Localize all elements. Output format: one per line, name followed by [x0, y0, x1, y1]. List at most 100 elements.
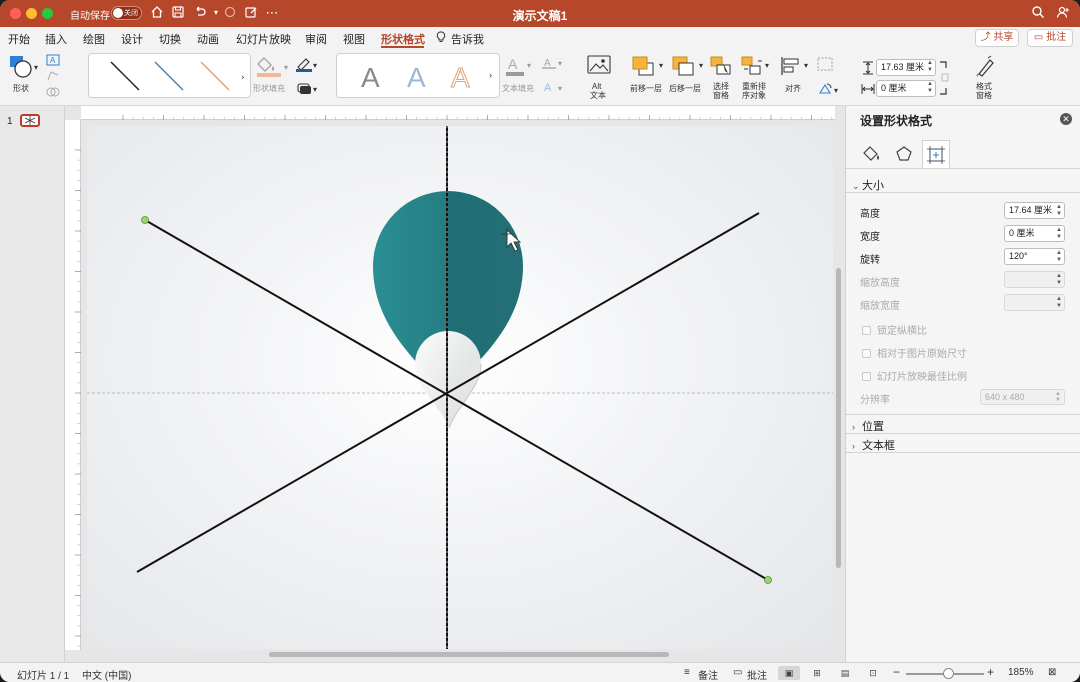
reorder-objects-icon[interactable]	[740, 55, 764, 77]
edit-shape-icon[interactable]	[46, 70, 62, 82]
effects-tab-icon[interactable]	[890, 140, 918, 168]
size-properties-tab-icon[interactable]	[922, 140, 950, 168]
format-pane-icon[interactable]	[973, 55, 997, 79]
text-fill-icon[interactable]: A	[504, 55, 526, 77]
rotate-icon[interactable]	[817, 82, 833, 96]
tab-animations[interactable]: 动画	[197, 31, 219, 47]
zoom-in-icon[interactable]: +	[987, 665, 994, 679]
scale-width-field[interactable]: ▲ ▼	[1004, 294, 1065, 311]
wordart-gray[interactable]: A	[361, 62, 380, 94]
language-indicator[interactable]: 中文 (中国)	[82, 667, 131, 682]
slide-sorter-icon[interactable]: ⊞	[806, 666, 828, 680]
group-icon[interactable]	[817, 57, 833, 71]
best-scale-checkbox[interactable]: 幻灯片放映最佳比例	[862, 368, 967, 383]
merge-shapes-icon[interactable]	[46, 86, 62, 98]
wordart-blue[interactable]: A	[407, 62, 426, 94]
notes-icon[interactable]: ≡	[684, 667, 690, 678]
shape-fill-dropdown-icon[interactable]: ▾	[284, 63, 288, 72]
section-position-header[interactable]: › 位置	[852, 418, 884, 434]
comments-status-icon[interactable]: ▭	[733, 667, 742, 678]
rotation-field[interactable]: 120° ▲ ▼	[1004, 248, 1065, 265]
lock-aspect-bracket-icon[interactable]	[939, 59, 951, 97]
resolution-select[interactable]: 640 x 480 ▲ ▼	[980, 389, 1065, 405]
text-effects-icon[interactable]: A	[541, 80, 557, 94]
style-line-black[interactable]	[110, 61, 140, 91]
ribbon-height-field[interactable]: 17.63 厘米 ▲ ▼	[876, 59, 936, 76]
slide-thumbnail[interactable]	[20, 114, 40, 127]
vertical-ruler[interactable]	[65, 120, 81, 650]
bring-forward-dropdown-icon[interactable]: ▾	[659, 61, 663, 70]
section-size-header[interactable]: ⌄ 大小	[852, 177, 884, 193]
align-dropdown-icon[interactable]: ▾	[804, 61, 808, 70]
style-line-orange[interactable]	[200, 61, 230, 91]
slideshow-view-icon[interactable]: ⊡	[862, 666, 884, 680]
height-stepper[interactable]: ▲ ▼	[1056, 204, 1062, 218]
scale-height-field[interactable]: ▲ ▼	[1004, 271, 1065, 288]
height-field[interactable]: 17.64 厘米 ▲ ▼	[1004, 202, 1065, 219]
text-box-icon[interactable]: A	[46, 54, 62, 66]
tab-design[interactable]: 设计	[121, 31, 143, 47]
share-person-icon[interactable]	[1055, 5, 1071, 21]
ribbon-height-stepper[interactable]: ▲ ▼	[927, 60, 933, 74]
send-backward-dropdown-icon[interactable]: ▾	[699, 61, 703, 70]
zoom-percentage[interactable]: 185%	[1008, 667, 1034, 678]
wordart-outline-orange[interactable]: A	[451, 62, 471, 94]
width-stepper[interactable]: ▲ ▼	[1056, 227, 1062, 241]
text-outline-dropdown-icon[interactable]: ▾	[558, 59, 562, 68]
share-button[interactable]: ⤴ 共享	[975, 29, 1019, 47]
shapes-dropdown-icon[interactable]: ▾	[34, 63, 38, 72]
comments-button[interactable]: ▭ 批注	[1027, 29, 1073, 47]
zoom-slider-knob[interactable]	[943, 668, 955, 679]
slide-canvas[interactable]	[87, 126, 833, 649]
section-textbox-header[interactable]: › 文本框	[852, 437, 895, 453]
text-fill-dropdown-icon[interactable]: ▾	[527, 61, 531, 70]
tab-transitions[interactable]: 切换	[159, 31, 181, 47]
selection-pane-icon[interactable]	[709, 55, 733, 77]
reading-view-icon[interactable]: ▤	[834, 666, 856, 680]
horizontal-scrollbar[interactable]	[269, 652, 669, 657]
wordart-more-icon[interactable]: ›	[489, 70, 492, 80]
alt-text-icon[interactable]	[587, 55, 611, 77]
shape-effects-dropdown-icon[interactable]: ▾	[313, 85, 317, 94]
shape-effects-icon[interactable]	[295, 81, 313, 95]
tab-insert[interactable]: 插入	[45, 31, 67, 47]
tab-shape-format[interactable]: 形状格式	[381, 31, 425, 47]
text-outline-icon[interactable]: A	[541, 56, 557, 70]
search-icon[interactable]	[1030, 5, 1046, 21]
shapes-icon[interactable]	[8, 54, 34, 80]
comments-status-button[interactable]: 批注	[747, 667, 767, 682]
shape-fill-icon[interactable]	[256, 54, 282, 78]
ribbon-width-field[interactable]: 0 厘米 ▲ ▼	[876, 80, 936, 97]
rotation-stepper[interactable]: ▲ ▼	[1056, 250, 1062, 264]
reorder-dropdown-icon[interactable]: ▾	[765, 61, 769, 70]
width-field[interactable]: 0 厘米 ▲ ▼	[1004, 225, 1065, 242]
lock-aspect-checkbox[interactable]: 锁定纵横比	[862, 322, 927, 337]
tab-home[interactable]: 开始	[8, 31, 30, 47]
align-icon[interactable]	[779, 55, 803, 77]
scale-height-stepper[interactable]: ▲ ▼	[1056, 273, 1062, 287]
tab-view[interactable]: 视图	[343, 31, 365, 47]
rotate-dropdown-icon[interactable]: ▾	[834, 86, 838, 95]
tab-draw[interactable]: 绘图	[83, 31, 105, 47]
line-end-handle[interactable]	[764, 576, 772, 584]
text-effects-dropdown-icon[interactable]: ▾	[558, 84, 562, 93]
relative-original-checkbox[interactable]: 相对于图片原始尺寸	[862, 345, 967, 360]
ribbon-width-stepper[interactable]: ▲ ▼	[927, 81, 933, 95]
shape-outline-icon[interactable]	[295, 56, 313, 72]
tell-me-search[interactable]: 告诉我	[451, 31, 484, 47]
fit-window-icon[interactable]: ⊠	[1048, 667, 1056, 678]
vertical-scrollbar[interactable]	[836, 268, 841, 568]
gallery-more-icon[interactable]: ›	[241, 73, 245, 83]
tab-review[interactable]: 审阅	[305, 31, 327, 47]
horizontal-ruler[interactable]	[81, 106, 835, 120]
normal-view-icon[interactable]: ▣	[778, 666, 800, 680]
tab-slideshow[interactable]: 幻灯片放映	[236, 31, 291, 47]
style-line-blue[interactable]	[154, 61, 184, 91]
bring-forward-icon[interactable]	[631, 55, 657, 77]
send-backward-icon[interactable]	[671, 55, 697, 77]
notes-button[interactable]: 备注	[698, 667, 718, 682]
scale-width-stepper[interactable]: ▲ ▼	[1056, 296, 1062, 310]
close-pane-icon[interactable]: ✕	[1060, 113, 1072, 125]
line-start-handle[interactable]	[141, 216, 149, 224]
zoom-out-icon[interactable]: −	[893, 665, 900, 679]
